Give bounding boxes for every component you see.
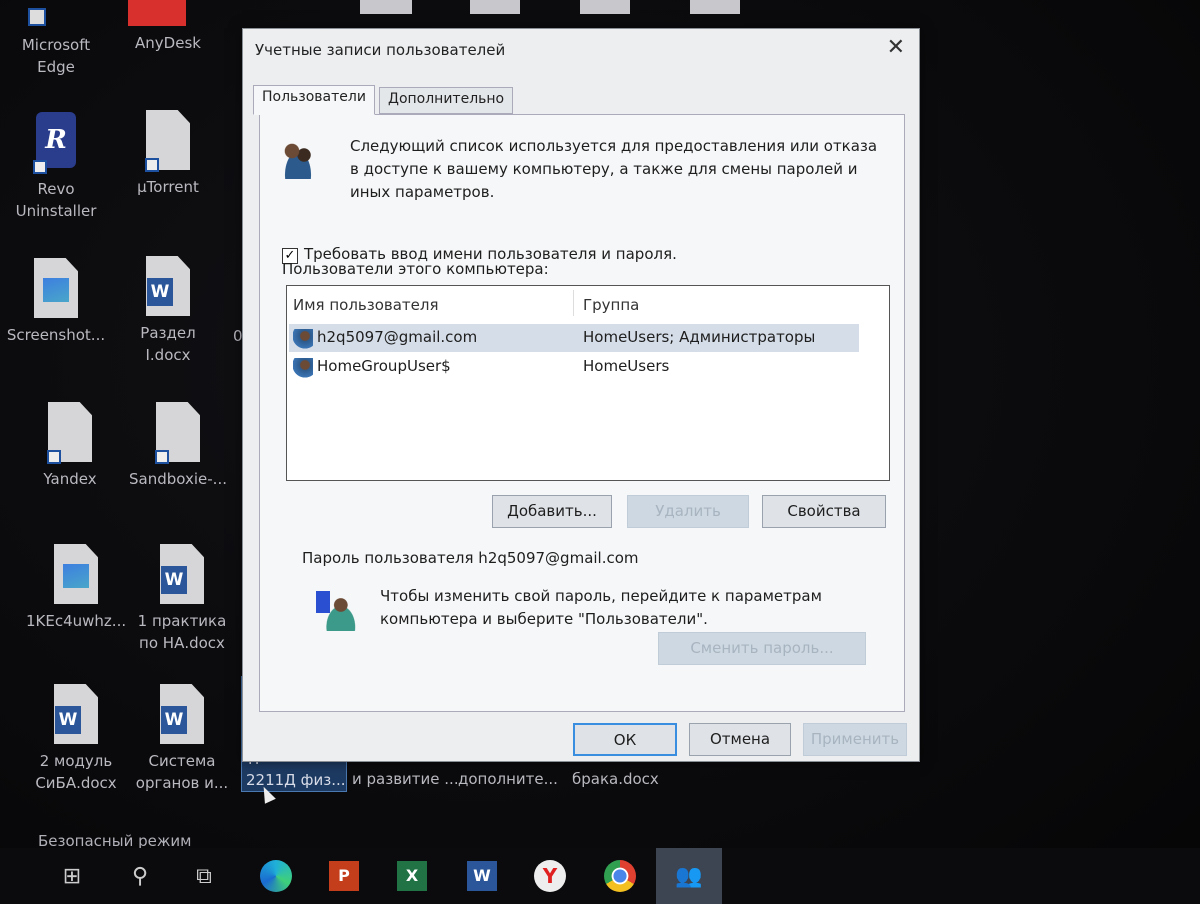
users-list-label: Пользователи этого компьютера: — [282, 260, 549, 278]
close-icon[interactable]: ✕ — [887, 35, 905, 60]
icon-label: µTorrent — [137, 178, 199, 196]
user-name: h2q5097@gmail.com — [317, 328, 478, 346]
yandex-browser-icon[interactable]: Y — [520, 848, 580, 904]
user-icon — [293, 329, 313, 349]
users-panel: Следующий список используется для предос… — [259, 114, 905, 712]
chrome-icon[interactable] — [590, 848, 650, 904]
password-info-text: Чтобы изменить свой пароль, перейдите к … — [380, 587, 822, 628]
icon-label: Microsoft Edge — [21, 36, 91, 76]
desktop-icon-utorrent[interactable]: µTorrent — [118, 110, 218, 198]
desktop-icon-revo[interactable]: R Revo Uninstaller — [6, 112, 106, 222]
desktop-icon-anydesk[interactable]: AnyDesk — [118, 32, 218, 54]
dialog-title: Учетные записи пользователей — [255, 41, 506, 59]
user-name: HomeGroupUser$ — [317, 357, 451, 375]
users-icon — [278, 139, 318, 179]
image-file-icon — [33, 258, 79, 320]
tab-users[interactable]: Пользователи — [253, 85, 375, 115]
anydesk-icon — [128, 0, 186, 26]
user-accounts-taskbar-icon[interactable]: 👥 — [656, 848, 722, 904]
icon-label: 1KEc4uwhz... — [26, 612, 127, 630]
desktop-icon-razdel[interactable]: W Раздел I.docx — [118, 256, 218, 366]
icon-label: Раздел I.docx — [140, 324, 196, 364]
icon-label: Screenshot... — [6, 326, 106, 344]
user-row[interactable]: HomeGroupUser$ HomeUsers — [289, 353, 859, 381]
icon-label: 1 практика по НА.docx — [137, 612, 227, 652]
word-file-icon: W — [53, 684, 99, 746]
partial-label: дополните... — [458, 770, 558, 788]
desktop-icon-sandboxie[interactable]: Sandboxie-... — [128, 402, 228, 490]
properties-button[interactable]: Свойства — [762, 495, 886, 528]
desktop-icon-1kec[interactable]: 1KEc4uwhz... — [26, 544, 126, 632]
change-password-button[interactable]: Сменить пароль... — [658, 632, 866, 665]
column-header-group[interactable]: Группа — [583, 296, 639, 314]
partial-icon — [690, 0, 740, 14]
partial-icon — [580, 0, 630, 14]
excel-icon[interactable]: X — [382, 848, 442, 904]
taskbar: ⊞ ⚲ ⧉ P X W Y 👥 — [0, 848, 1200, 904]
user-icon — [293, 358, 313, 378]
icon-label: AnyDesk — [135, 34, 201, 52]
task-view-icon[interactable]: ⧉ — [174, 848, 234, 904]
ok-button[interactable]: ОК — [573, 723, 677, 756]
desktop-icon-edge[interactable]: Microsoft Edge — [6, 34, 106, 78]
password-section-title: Пароль пользователя h2q5097@gmail.com — [302, 549, 639, 567]
tab-advanced[interactable]: Дополнительно — [379, 87, 514, 114]
word-icon[interactable]: W — [452, 848, 512, 904]
icon-label: Система органов и... — [135, 752, 229, 792]
partial-icon — [360, 0, 412, 14]
column-header-username[interactable]: Имя пользователя — [293, 296, 439, 314]
add-button[interactable]: Добавить... — [492, 495, 612, 528]
icon-label: Revo Uninstaller — [15, 180, 97, 220]
user-password-icon — [316, 591, 356, 631]
desktop-icon-modul[interactable]: W 2 модуль СиБА.docx — [26, 684, 126, 794]
search-icon[interactable]: ⚲ — [110, 848, 170, 904]
user-accounts-dialog: Учетные записи пользователей ✕ Пользоват… — [242, 28, 920, 762]
partial-icon — [470, 0, 520, 14]
word-file-icon: W — [159, 544, 205, 606]
remove-button[interactable]: Удалить — [627, 495, 749, 528]
shortcut-icon — [145, 110, 191, 172]
desktop-icon-yandex[interactable]: Yandex — [20, 402, 120, 490]
shortcut-arrow-icon — [28, 8, 46, 26]
apply-button[interactable]: Применить — [803, 723, 907, 756]
partial-label: 2211Д физ... — [246, 771, 346, 789]
shortcut-icon — [47, 402, 93, 464]
partial-label: и развитие ... — [352, 770, 459, 788]
word-file-icon: W — [159, 684, 205, 746]
user-row[interactable]: h2q5097@gmail.com HomeUsers; Администрато… — [289, 324, 859, 352]
users-list[interactable]: Имя пользователя Группа h2q5097@gmail.co… — [286, 285, 890, 481]
revo-icon: R — [33, 112, 79, 174]
user-group: HomeUsers — [583, 357, 670, 375]
description-text: Следующий список используется для предос… — [350, 137, 878, 201]
start-icon[interactable]: ⊞ — [42, 848, 102, 904]
partial-label: брака.docx — [572, 770, 659, 788]
icon-label: Yandex — [43, 470, 97, 488]
desktop-icon-praktika[interactable]: W 1 практика по НА.docx — [132, 544, 232, 654]
desktop-icon-screenshot[interactable]: Screenshot... — [6, 258, 106, 346]
icon-label: Sandboxie-... — [129, 470, 227, 488]
icon-label: 2 модуль СиБА.docx — [35, 752, 117, 792]
powerpoint-icon[interactable]: P — [314, 848, 374, 904]
desktop-icon-sistema[interactable]: W Система органов и... — [132, 684, 232, 794]
word-file-icon: W — [145, 256, 191, 318]
image-file-icon — [53, 544, 99, 606]
user-group: HomeUsers; Администраторы — [583, 328, 816, 346]
edge-icon[interactable] — [246, 848, 306, 904]
cancel-button[interactable]: Отмена — [689, 723, 791, 756]
shortcut-icon — [155, 402, 201, 464]
